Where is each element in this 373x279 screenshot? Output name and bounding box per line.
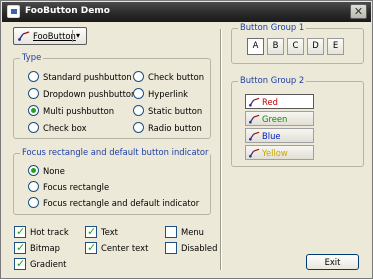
radio-label: Focus rectangle and default indicator [43,198,200,208]
color-button-label: Blue [262,131,281,141]
color-button-label: Yellow [262,148,288,158]
radio-indicator [28,122,39,133]
pointer-arrows-icon [249,97,260,107]
foobutton-label: FooButton [33,31,76,41]
segment-button-e[interactable]: E [327,38,344,55]
color-button-label: Green [262,114,288,124]
radio-label: Dropdown pushbutton [43,89,137,99]
type-group-legend: Type [20,52,44,62]
foobutton-dropdown-button[interactable]: FooButton ▾ [13,27,87,45]
color-button-label: Red [262,97,278,107]
radio-label: None [43,166,65,176]
check-mark-icon: ✓ [16,225,26,238]
vertical-divider [220,29,222,270]
pointer-arrows-icon [249,131,260,141]
radio-label: Radio button [148,123,202,133]
radio-label: Multi pushbutton [43,106,115,116]
color-button-green[interactable]: Green [245,111,314,126]
split-divider [72,30,73,42]
radio-indicator [28,165,39,176]
radio-indicator [133,88,144,99]
focus-group: Focus rectangle and default button indic… [13,147,211,215]
checkbox-indicator: ✓ [14,241,26,254]
focus-group-legend: Focus rectangle and default button indic… [20,147,211,157]
window-title: FooButton Demo [25,6,110,16]
radio-label: Check box [43,123,87,133]
button-group-2-legend: Button Group 2 [238,75,307,85]
checkbox-label: Disabled [181,243,218,253]
radio-indicator [133,71,144,82]
checkbox-indicator [165,226,177,238]
pointer-arrows-icon [18,31,30,41]
button-group-1-legend: Button Group 1 [238,22,307,32]
segment-button-a[interactable]: A [247,38,264,55]
app-icon [7,5,20,18]
radio-indicator [28,105,39,116]
title-bar[interactable]: FooButton Demo ✕ [2,2,371,22]
pointer-arrows-icon [249,148,260,158]
color-button-yellow[interactable]: Yellow [245,145,314,160]
checkbox-label: Gradient [30,259,67,269]
checkbox-label: Menu [181,227,204,237]
radio-indicator [28,88,39,99]
checkbox-indicator: ✓ [14,225,26,238]
segment-button-d[interactable]: D [307,38,324,55]
radio-indicator [133,122,144,133]
segment-button-b[interactable]: B [267,38,284,55]
chevron-down-icon[interactable]: ▾ [76,29,80,43]
close-button[interactable]: ✕ [350,4,367,19]
radio-indicator [28,181,39,192]
checkbox-indicator: ✓ [85,225,97,238]
radio-indicator [28,71,39,82]
checkbox-indicator: ✓ [14,257,26,270]
radio-indicator [133,105,144,116]
color-button-blue[interactable]: Blue [245,128,314,143]
pointer-arrows-icon [249,114,260,124]
checkbox-label: Bitmap [30,243,60,253]
checkbox-label: Center text [101,243,149,253]
radio-label: Hyperlink [148,89,188,99]
radio-label: Check button [148,72,205,82]
exit-button[interactable]: Exit [306,254,359,270]
color-button-red[interactable]: Red [245,94,314,109]
main-window: FooButton Demo ✕ FooButton ▾ Type Standa… [0,0,373,279]
check-mark-icon: ✓ [87,241,97,254]
radio-indicator [28,197,39,208]
radio-label: Focus rectangle [43,182,110,192]
check-mark-icon: ✓ [16,257,26,270]
checkbox-label: Hot track [30,227,69,237]
check-mark-icon: ✓ [87,225,97,238]
radio-label: Static button [148,106,203,116]
checkbox-indicator: ✓ [85,241,97,254]
radio-label: Standard pushbutton [43,72,132,82]
type-group: Type Standard pushbutton Dropdown pushbu… [13,52,211,139]
checkbox-label: Text [101,227,118,237]
check-mark-icon: ✓ [16,241,26,254]
segment-button-c[interactable]: C [287,38,304,55]
checkbox-indicator [165,242,177,254]
